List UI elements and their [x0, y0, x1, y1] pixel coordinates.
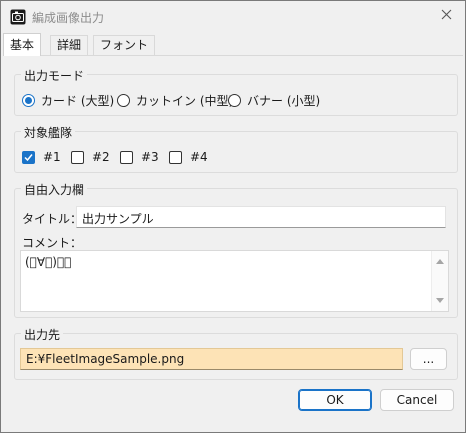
radio-card-large[interactable]: カード (大型): [22, 92, 114, 109]
output-path-label: 出力先: [21, 326, 64, 343]
title-input[interactable]: 出力サンプル: [76, 206, 446, 228]
radio-indicator: [117, 94, 130, 107]
checkbox-fleet-4[interactable]: #4: [169, 150, 208, 164]
comment-text: (ﾟ∀ﾟ)！？: [25, 255, 72, 269]
output-path-input[interactable]: E:¥FleetImageSample.png: [20, 348, 403, 370]
tab-bar: 基本 詳細 フォント: [1, 33, 465, 56]
close-icon: [441, 9, 452, 23]
checkbox-indicator: [169, 150, 182, 164]
radio-indicator: [22, 94, 35, 107]
comment-textarea[interactable]: (ﾟ∀ﾟ)！？: [20, 250, 449, 312]
checkbox-label: #1: [43, 150, 61, 164]
radio-label: カットイン (中型): [136, 94, 234, 108]
browse-button[interactable]: ...: [410, 348, 447, 370]
radio-banner-small[interactable]: バナー (小型): [228, 92, 320, 109]
fleet-label: 対象艦隊: [21, 124, 76, 141]
dialog-window: 編成画像出力 基本 詳細 フォント 出力モード カード (大型) カットイン (…: [0, 0, 466, 433]
radio-label: バナー (小型): [247, 94, 321, 108]
tab-panel-basic: 出力モード カード (大型) カットイン (中型) バナー (小型) 対象艦隊: [3, 55, 463, 430]
tab-basic[interactable]: 基本: [3, 33, 42, 56]
output-mode-label: 出力モード: [21, 67, 88, 84]
comment-field-label: コメント：: [22, 236, 83, 250]
camera-icon: [10, 9, 26, 25]
free-input-label: 自由入力欄: [21, 181, 88, 198]
tab-detail[interactable]: 詳細: [50, 35, 89, 55]
checkbox-fleet-2[interactable]: #2: [71, 150, 110, 164]
scroll-up-icon[interactable]: [436, 259, 444, 264]
ok-button[interactable]: OK: [298, 389, 372, 411]
window-title: 編成画像出力: [32, 11, 105, 25]
checkbox-fleet-1[interactable]: #1: [22, 150, 61, 164]
checkmark-icon: [24, 153, 33, 161]
title-bar[interactable]: 編成画像出力: [1, 1, 465, 31]
radio-label: カード (大型): [41, 94, 115, 108]
checkbox-label: #2: [92, 150, 110, 164]
checkbox-indicator: [120, 150, 133, 164]
scroll-down-icon[interactable]: [436, 298, 444, 303]
title-field-label: タイトル：: [22, 212, 83, 226]
checkbox-fleet-3[interactable]: #3: [120, 150, 159, 164]
cancel-button[interactable]: Cancel: [380, 389, 454, 411]
output-path-group: 出力先 E:¥FleetImageSample.png ...: [14, 326, 458, 380]
free-input-group: 自由入力欄 タイトル： 出力サンプル コメント： (ﾟ∀ﾟ)！？: [14, 181, 458, 318]
fleet-group: 対象艦隊 #1 #2 #3 #4: [14, 124, 458, 173]
radio-indicator: [228, 94, 241, 107]
checkbox-label: #3: [141, 150, 159, 164]
checkbox-indicator: [22, 150, 35, 164]
checkbox-indicator: [71, 150, 84, 164]
checkbox-label: #4: [190, 150, 208, 164]
radio-cutin-medium[interactable]: カットイン (中型): [117, 92, 233, 109]
close-button[interactable]: [431, 3, 461, 29]
tab-font[interactable]: フォント: [93, 35, 156, 55]
output-mode-group: 出力モード カード (大型) カットイン (中型) バナー (小型): [14, 67, 458, 116]
comment-scrollbar[interactable]: [431, 251, 448, 311]
